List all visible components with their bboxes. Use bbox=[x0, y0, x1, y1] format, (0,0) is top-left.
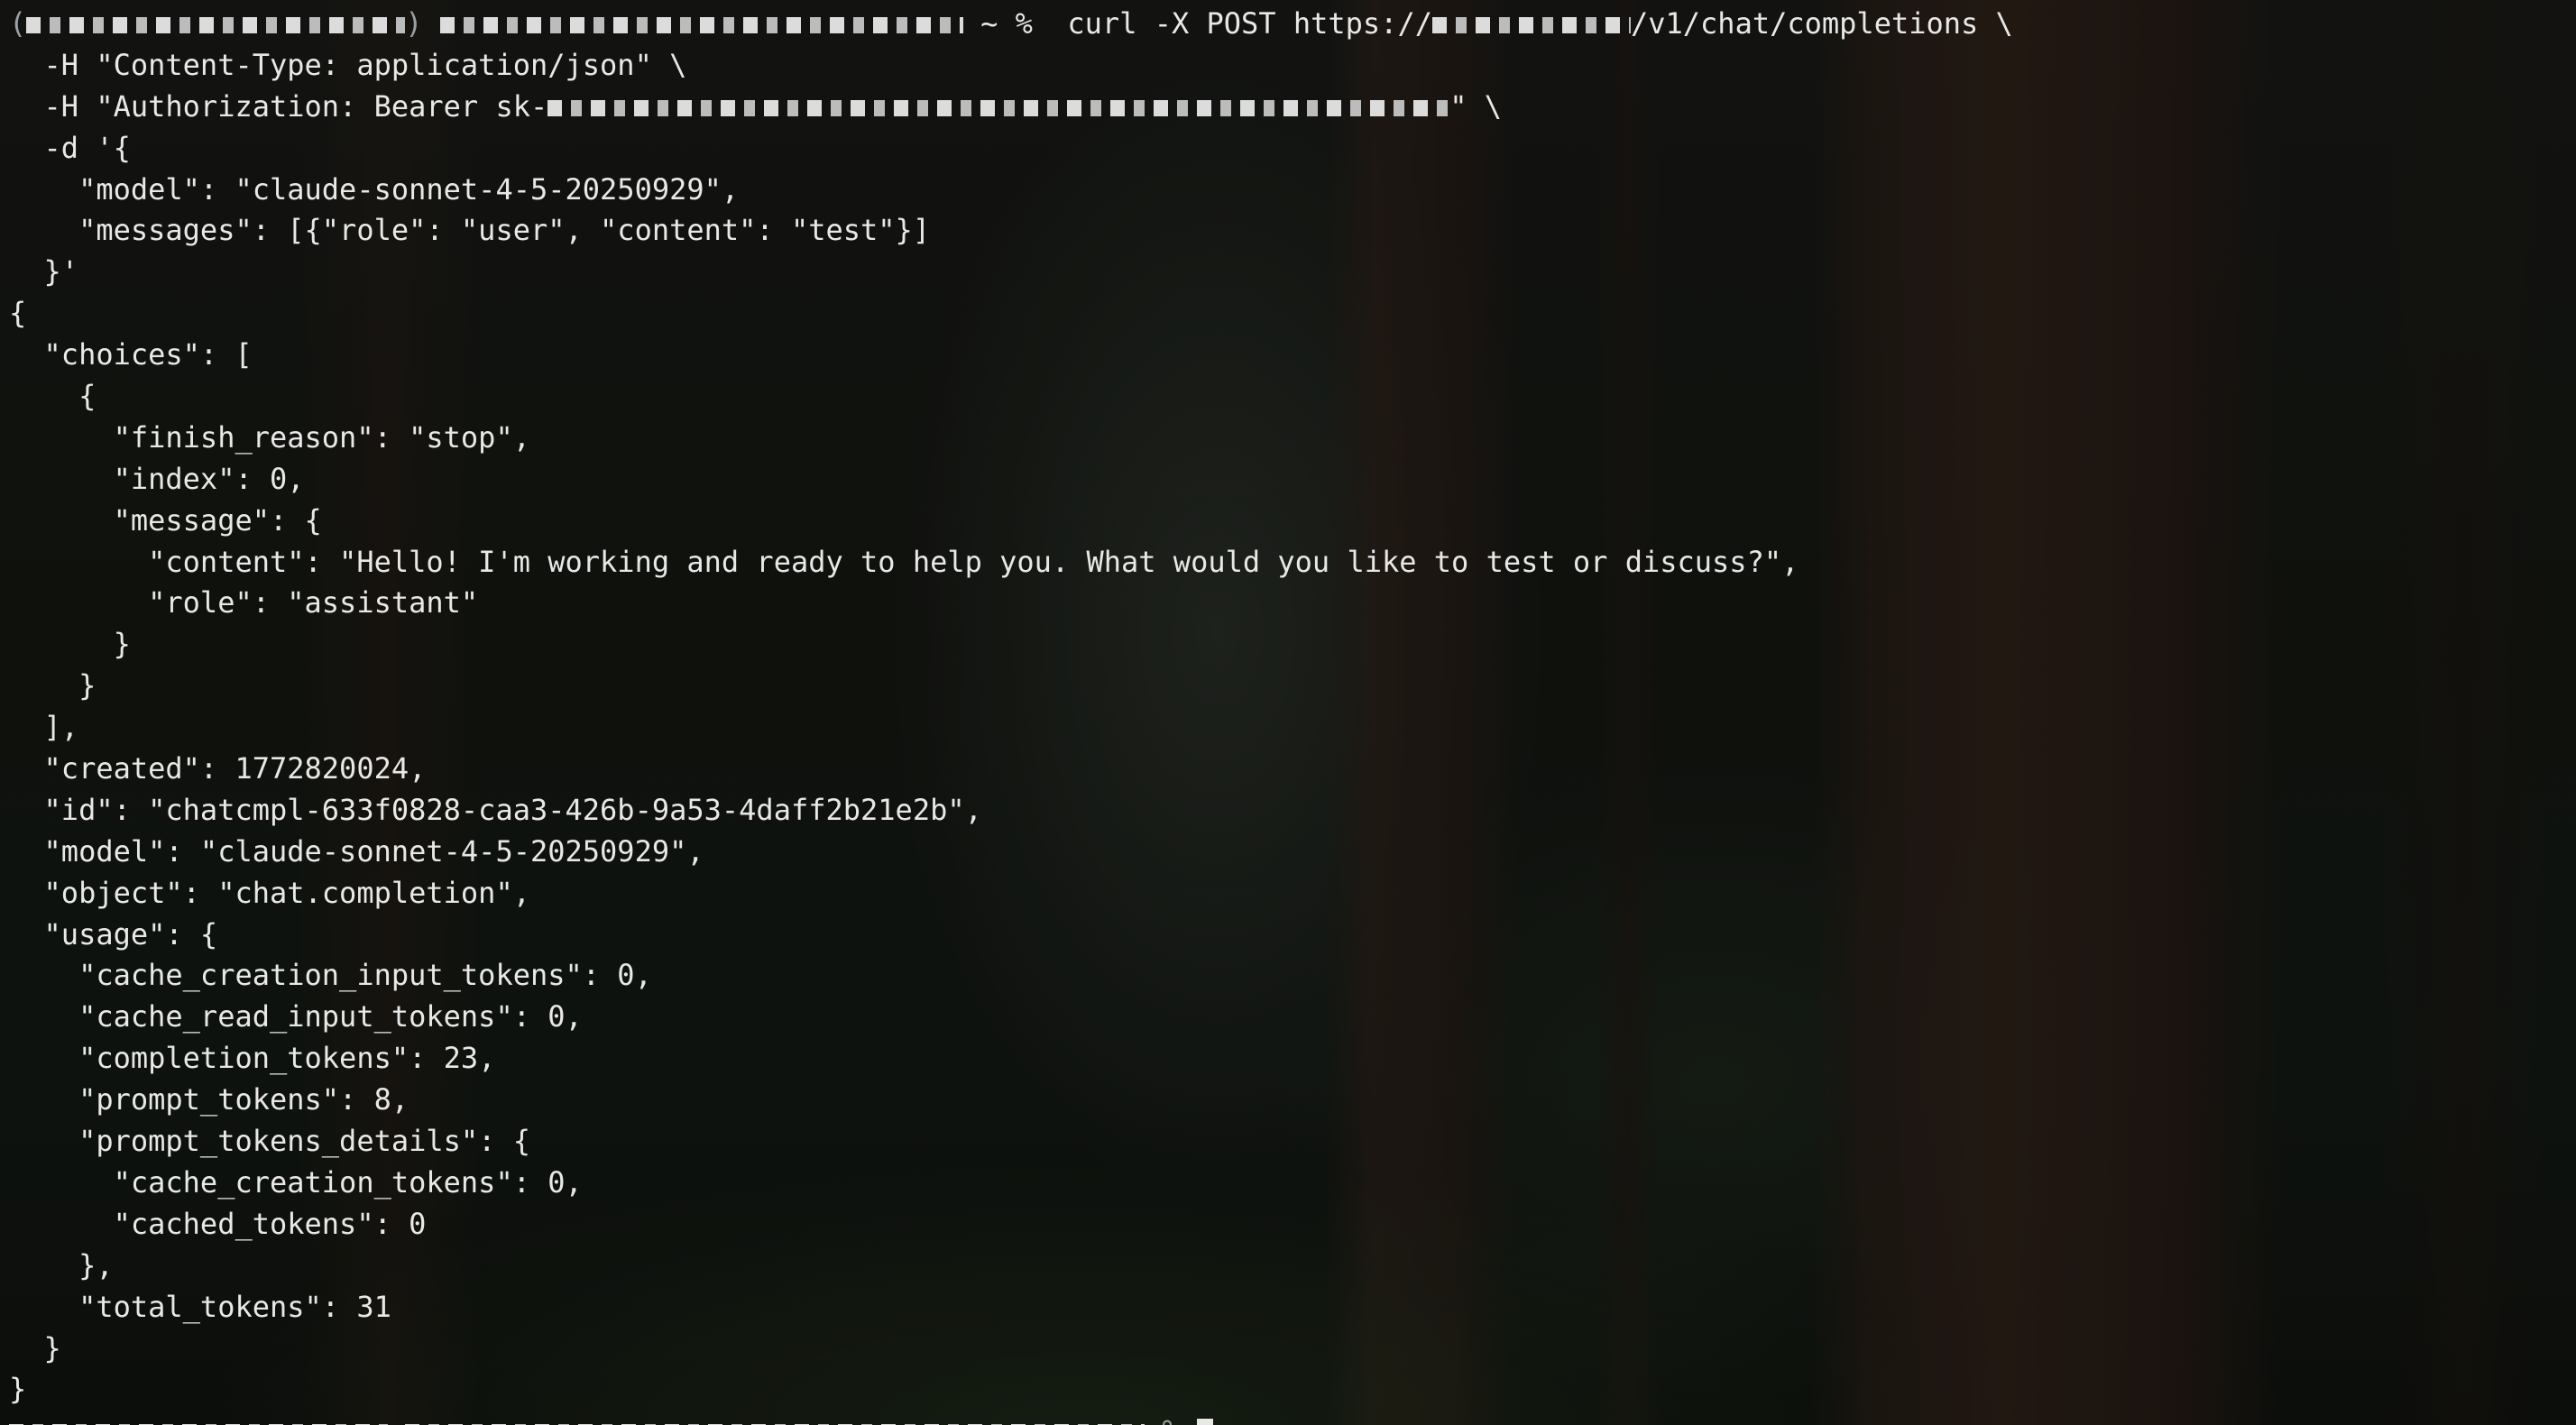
response-line: "cache_read_input_tokens": 0, bbox=[9, 999, 583, 1034]
prompt-user-host: % bbox=[9, 1413, 1197, 1425]
response-line: "cache_creation_tokens": 0, bbox=[9, 1164, 583, 1200]
response-line: { bbox=[9, 296, 27, 331]
response-line: ], bbox=[9, 710, 79, 745]
redacted-block bbox=[439, 17, 963, 33]
command-line: "model": "claude-sonnet-4-5-20250929", bbox=[9, 171, 740, 207]
response-line: "cache_creation_input_tokens": 0, bbox=[9, 958, 652, 993]
redacted-block bbox=[547, 99, 1450, 116]
redacted-block bbox=[26, 17, 406, 33]
command-line-prompt: () ~ % curl -X POST https:// /v1/chat/com… bbox=[9, 4, 2567, 45]
command-text: -H "Authorization: Bearer sk- bbox=[9, 88, 548, 124]
command-text: " \ bbox=[1449, 88, 1503, 124]
response-line: "id": "chatcmpl-633f0828-caa3-426b-9a53-… bbox=[9, 792, 982, 827]
command-line: -H "Content-Type: application/json" \ bbox=[9, 47, 687, 82]
response-line: }, bbox=[9, 1247, 114, 1282]
response-line: } bbox=[9, 1330, 61, 1365]
command-line: "messages": [{"role": "user", "content":… bbox=[9, 213, 931, 248]
block-cursor-icon bbox=[1197, 1419, 1214, 1425]
response-line: "message": { bbox=[9, 502, 322, 538]
command-line: -d '{ bbox=[9, 130, 131, 165]
response-line: "index": 0, bbox=[9, 461, 305, 496]
command-line: }' bbox=[9, 254, 79, 290]
response-line: "created": 1772820024, bbox=[9, 751, 427, 786]
response-line: "usage": { bbox=[9, 916, 218, 952]
command-text: /v1/chat/completions \ bbox=[1630, 6, 2013, 41]
response-line: "completion_tokens": 23, bbox=[9, 1041, 496, 1076]
response-line: "choices": [ bbox=[9, 337, 253, 372]
command-text: ~ % curl -X POST https:// bbox=[980, 6, 1432, 41]
response-line: } bbox=[9, 668, 97, 703]
response-line: } bbox=[9, 1372, 27, 1407]
command-line-prompt[interactable]: % bbox=[9, 1411, 2567, 1425]
prompt-symbol: % bbox=[1163, 1413, 1180, 1425]
response-line: } bbox=[9, 627, 131, 662]
response-line: "role": "assistant" bbox=[9, 585, 479, 621]
response-line: "model": "claude-sonnet-4-5-20250929", bbox=[9, 833, 704, 869]
terminal-window[interactable]: () ~ % curl -X POST https:// /v1/chat/com… bbox=[0, 0, 2576, 1425]
response-line: "content": "Hello! I'm working and ready… bbox=[9, 544, 1799, 579]
response-line: "prompt_tokens_details": { bbox=[9, 1124, 530, 1159]
response-line: "total_tokens": 31 bbox=[9, 1289, 391, 1324]
response-line: { bbox=[9, 379, 97, 414]
prompt-user-host: () bbox=[9, 6, 980, 41]
redacted-block bbox=[1431, 17, 1631, 33]
response-line: "finish_reason": "stop", bbox=[9, 419, 530, 455]
response-line: "object": "chat.completion", bbox=[9, 875, 530, 910]
response-line: "prompt_tokens": 8, bbox=[9, 1082, 409, 1117]
command-line: -H "Authorization: Bearer sk- " \ bbox=[9, 87, 2567, 128]
response-line: "cached_tokens": 0 bbox=[9, 1206, 427, 1241]
terminal-output: () ~ % curl -X POST https:// /v1/chat/com… bbox=[9, 4, 2567, 1425]
